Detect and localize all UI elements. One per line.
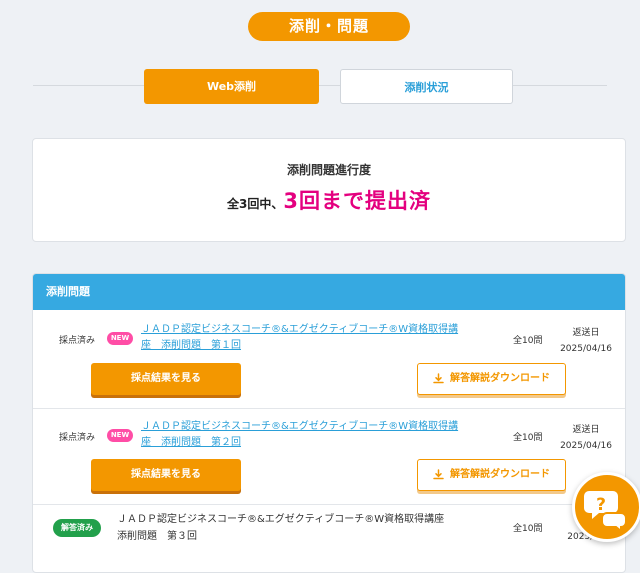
view-results-button[interactable]: 採点結果を見る: [91, 459, 241, 491]
download-label[interactable]: 解答解説ダウンロード: [450, 469, 550, 480]
status-label: 採点済み: [59, 433, 96, 443]
svg-text:?: ?: [596, 495, 606, 515]
list-item: 解答済み ＪＡＤＰ認定ビジネスコーチ®&エグゼクティブコーチ®W資格取得講座 添…: [33, 505, 625, 572]
title-line-2[interactable]: 座 添削問題 第２回: [141, 435, 471, 451]
download-answers-button[interactable]: 解答解説ダウンロード: [417, 459, 566, 491]
view-results-button[interactable]: 採点結果を見る: [91, 363, 241, 395]
list-header: 添削問題: [33, 274, 625, 310]
tab-tensaku-status[interactable]: 添削状況: [340, 69, 513, 104]
title-line-1: ＪＡＤＰ認定ビジネスコーチ®&エグゼクティブコーチ®W資格取得講座: [117, 514, 445, 525]
progress-summary: 全3回中、3回まで提出済: [33, 185, 625, 215]
tab-web-tensaku[interactable]: Web添削: [144, 69, 319, 104]
assignment-title-link[interactable]: ＪＡＤＰ認定ビジネスコーチ®&エグゼクティブコーチ®W資格取得講 座 添削問題 …: [141, 419, 471, 451]
progress-card: 添削問題進行度 全3回中、3回まで提出済: [32, 138, 626, 242]
sent-label: 返送日: [572, 425, 600, 435]
new-badge: NEW: [107, 429, 133, 442]
answered-badge: 解答済み: [53, 519, 101, 537]
sent-date: 返送日 2025/04/16: [556, 422, 616, 454]
assignment-list: 添削問題 採点済み NEW ＪＡＤＰ認定ビジネスコーチ®&エグゼクティブコーチ®…: [32, 273, 626, 573]
download-icon: [433, 372, 444, 383]
download-icon: [433, 468, 444, 479]
assignment-title: ＪＡＤＰ認定ビジネスコーチ®&エグゼクティブコーチ®W資格取得講座 添削問題 第…: [117, 511, 467, 545]
status-label: 採点済み: [59, 336, 96, 346]
progress-highlight: 3回まで提出済: [283, 189, 431, 213]
question-chat-icon: ?: [584, 491, 627, 531]
assignment-title-link[interactable]: ＪＡＤＰ認定ビジネスコーチ®&エグゼクティブコーチ®W資格取得講 座 添削問題 …: [141, 322, 471, 354]
question-count: 全10問: [513, 336, 543, 346]
sent-date-value: 2025/04/16: [560, 441, 612, 451]
download-answers-button[interactable]: 解答解説ダウンロード: [417, 363, 566, 395]
title-line-2: 添削問題 第３回: [117, 531, 197, 542]
download-label[interactable]: 解答解説ダウンロード: [450, 373, 550, 384]
progress-prefix: 全3回中、: [227, 197, 284, 211]
help-chat-button[interactable]: ?: [572, 472, 640, 542]
question-count: 全10問: [513, 524, 543, 534]
title-line-1[interactable]: ＪＡＤＰ認定ビジネスコーチ®&エグゼクティブコーチ®W資格取得講: [141, 322, 471, 338]
list-item: 採点済み NEW ＪＡＤＰ認定ビジネスコーチ®&エグゼクティブコーチ®W資格取得…: [33, 409, 625, 505]
sent-label: 返送日: [572, 328, 600, 338]
progress-title: 添削問題進行度: [286, 163, 371, 177]
title-line-1[interactable]: ＪＡＤＰ認定ビジネスコーチ®&エグゼクティブコーチ®W資格取得講: [141, 419, 471, 435]
new-badge: NEW: [107, 332, 133, 345]
sent-date-value: 2025/04/16: [560, 344, 612, 354]
tab-divider: [33, 85, 607, 86]
title-line-2[interactable]: 座 添削問題 第１回: [141, 338, 471, 354]
page-title: 添削・問題: [248, 12, 410, 41]
question-count: 全10問: [513, 433, 543, 443]
list-item: 採点済み NEW ＪＡＤＰ認定ビジネスコーチ®&エグゼクティブコーチ®W資格取得…: [33, 310, 625, 409]
sent-date: 返送日 2025/04/16: [556, 325, 616, 357]
